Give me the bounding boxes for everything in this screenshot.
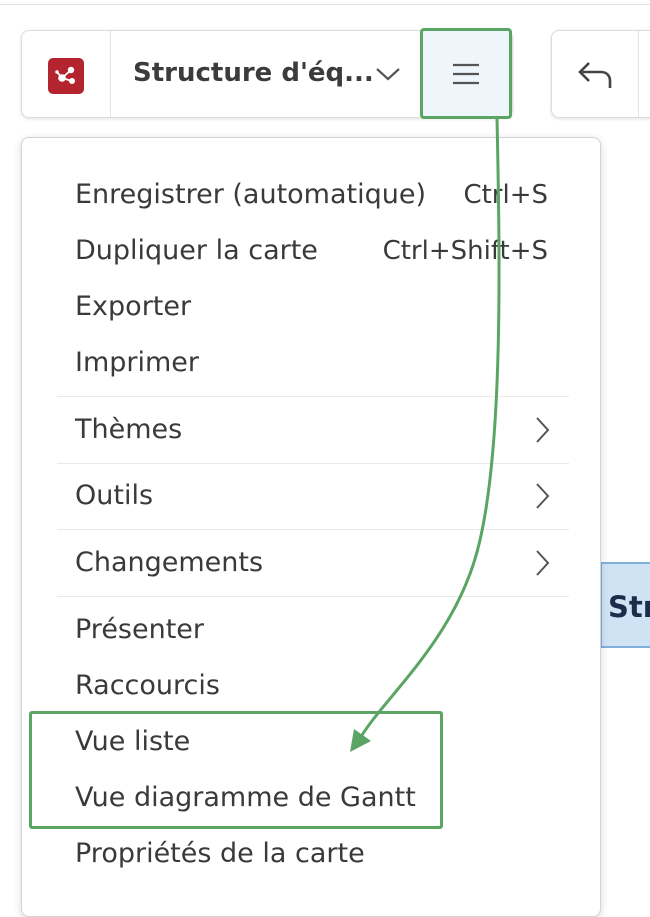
menu-item-export[interactable]: Exporter (75, 290, 191, 324)
menu-divider (57, 529, 569, 530)
chevron-right-icon (536, 417, 550, 443)
menu-item-present[interactable]: Présenter (75, 613, 204, 647)
document-title[interactable]: Structure d'éq... (133, 58, 374, 88)
menu-divider (57, 396, 569, 397)
toolbar-divider (110, 31, 111, 117)
views-highlight-box (29, 711, 443, 829)
chevron-right-icon (536, 550, 550, 576)
main-toolbar: Structure d'éq... (21, 28, 513, 119)
toolbar-divider (638, 31, 639, 117)
menu-item-changes[interactable]: Changements (75, 546, 263, 580)
menu-item-tools[interactable]: Outils (75, 479, 153, 513)
top-border (0, 0, 650, 5)
shortcut-save: Ctrl+S (463, 180, 548, 210)
menu-item-duplicate[interactable]: Dupliquer la carte (75, 234, 318, 268)
undo-button[interactable] (570, 57, 620, 93)
history-toolbar (551, 30, 650, 118)
app-logo-icon[interactable] (48, 58, 84, 94)
menu-button[interactable] (420, 28, 512, 119)
menu-item-save[interactable]: Enregistrer (automatique) (75, 178, 426, 212)
menu-divider (57, 596, 569, 597)
menu-item-shortcuts[interactable]: Raccourcis (75, 669, 220, 703)
hamburger-menu-icon (453, 63, 479, 84)
menu-item-map-properties[interactable]: Propriétés de la carte (75, 837, 365, 871)
shortcut-duplicate: Ctrl+Shift+S (382, 236, 548, 266)
menu-item-print[interactable]: Imprimer (75, 346, 199, 380)
undo-icon (578, 62, 612, 88)
map-node[interactable]: Str (600, 562, 650, 648)
menu-divider (57, 463, 569, 464)
menu-item-themes[interactable]: Thèmes (75, 413, 182, 447)
chevron-down-icon[interactable] (374, 64, 402, 84)
chevron-right-icon (536, 483, 550, 509)
